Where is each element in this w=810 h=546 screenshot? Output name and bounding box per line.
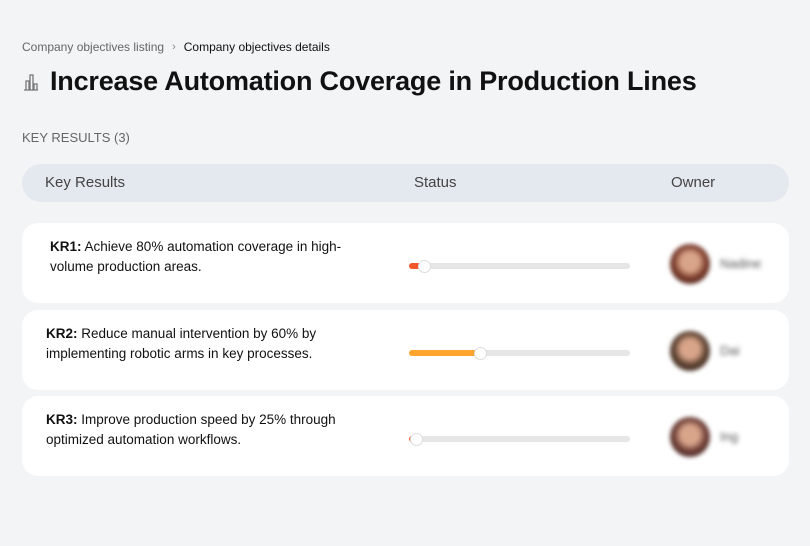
progress-bar[interactable] xyxy=(409,260,630,273)
progress-handle[interactable] xyxy=(418,260,432,273)
progress-fill xyxy=(409,350,480,356)
progress-handle[interactable] xyxy=(409,433,423,446)
building-chart-icon xyxy=(24,73,38,91)
key-result-description: Achieve 80% automation coverage in high-… xyxy=(50,239,342,274)
breadcrumb-current: Company objectives details xyxy=(183,40,330,54)
header-owner: Owner xyxy=(671,174,716,191)
key-result-description: Improve production speed by 25% through … xyxy=(46,412,336,447)
key-result-id: KR2: xyxy=(46,326,78,341)
key-result-text: KR2: Reduce manual intervention by 60% b… xyxy=(46,324,376,364)
avatar xyxy=(670,417,710,457)
owner-name: Nadine xyxy=(720,256,762,271)
key-result-id: KR3: xyxy=(46,412,78,427)
table-row[interactable]: KR3: Improve production speed by 25% thr… xyxy=(22,396,789,476)
table-row[interactable]: KR2: Reduce manual intervention by 60% b… xyxy=(22,310,789,390)
breadcrumb-separator: › xyxy=(172,41,176,53)
progress-bar[interactable] xyxy=(409,433,630,446)
owner-name: Dai xyxy=(720,343,740,358)
table-row[interactable]: KR1: Achieve 80% automation coverage in … xyxy=(22,223,789,303)
avatar xyxy=(670,244,710,284)
owner-name: Ing xyxy=(720,429,739,444)
page-title-row: Increase Automation Coverage in Producti… xyxy=(22,66,697,97)
key-results-count: KEY RESULTS (3) xyxy=(22,130,130,145)
key-result-description: Reduce manual intervention by 60% by imp… xyxy=(46,326,317,361)
breadcrumb: Company objectives listing › Company obj… xyxy=(22,40,330,54)
key-result-text: KR1: Achieve 80% automation coverage in … xyxy=(50,237,380,277)
header-status: Status xyxy=(414,174,457,191)
key-result-text: KR3: Improve production speed by 25% thr… xyxy=(46,410,376,450)
key-result-id: KR1: xyxy=(50,239,82,254)
header-key-results: Key Results xyxy=(45,174,126,191)
progress-bar[interactable] xyxy=(409,347,630,360)
avatar xyxy=(670,331,710,371)
page-title: Increase Automation Coverage in Producti… xyxy=(50,66,697,96)
breadcrumb-link-listing[interactable]: Company objectives listing xyxy=(22,40,164,54)
progress-handle[interactable] xyxy=(473,347,487,360)
table-header: Key Results Status Owner xyxy=(22,164,789,202)
